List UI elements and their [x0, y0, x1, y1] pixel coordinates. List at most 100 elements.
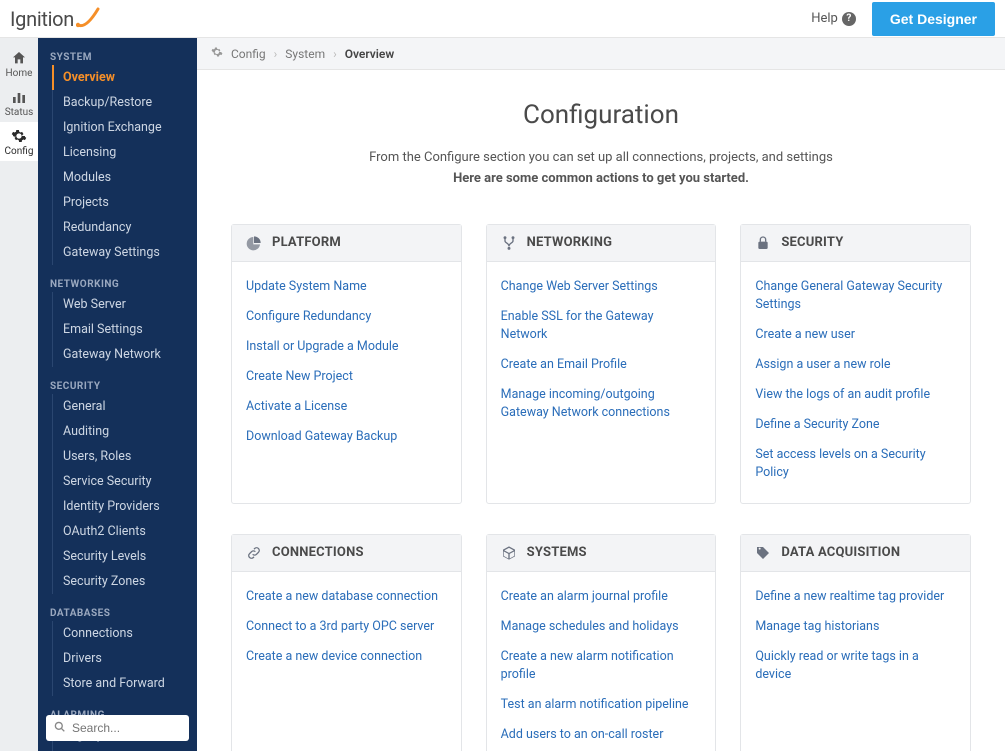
card-title: SECURITY [781, 235, 843, 250]
get-designer-button[interactable]: Get Designer [872, 2, 995, 36]
sidebar-item[interactable]: Security Levels [52, 544, 197, 569]
card-link[interactable]: Manage schedules and holidays [501, 612, 702, 642]
sidebar-section-items: GeneralAuditingUsers, RolesService Secur… [52, 394, 197, 594]
search-icon [54, 721, 65, 735]
card-header: SYSTEMS [487, 535, 716, 572]
card-link[interactable]: Manage tag historians [755, 612, 956, 642]
card-link[interactable]: Quickly read or write tags in a device [755, 642, 956, 690]
sidebar-item[interactable]: Ignition Exchange [52, 115, 197, 140]
sidebar-section-header: SECURITY [38, 367, 197, 394]
card-header: PLATFORM [232, 225, 461, 262]
card-link[interactable]: Assign a user a new role [755, 350, 956, 380]
sidebar-item[interactable]: Gateway Network [52, 342, 197, 367]
rail-item-home[interactable]: Home [0, 44, 38, 83]
fork-icon [501, 235, 517, 251]
breadcrumb-item-current: Overview [345, 47, 395, 61]
gear-icon [211, 46, 223, 61]
card-networking: NETWORKING Change Web Server SettingsEnab… [486, 224, 717, 504]
sidebar-item[interactable]: Projects [52, 190, 197, 215]
card-body: Change Web Server SettingsEnable SSL for… [487, 262, 716, 443]
gear-icon [11, 128, 27, 144]
sidebar-item[interactable]: Overview [52, 65, 197, 90]
chevron-right-icon: › [274, 47, 278, 61]
card-link[interactable]: Create a new alarm notification profile [501, 642, 702, 690]
sidebar-item[interactable]: Service Security [52, 469, 197, 494]
card-link[interactable]: Configure Redundancy [246, 302, 447, 332]
sidebar-search [46, 715, 189, 741]
sidebar-item[interactable]: General [52, 394, 197, 419]
card-link[interactable]: View the logs of an audit profile [755, 380, 956, 410]
sidebar-item[interactable]: Security Zones [52, 569, 197, 594]
rail-item-config[interactable]: Config [0, 122, 38, 161]
card-link[interactable]: Connect to a 3rd party OPC server [246, 612, 447, 642]
breadcrumb-item[interactable]: System [285, 47, 325, 61]
help-icon: ? [842, 12, 856, 26]
sidebar-item[interactable]: Connections [52, 621, 197, 646]
card-header: DATA ACQUISITION [741, 535, 970, 572]
card-header: CONNECTIONS [232, 535, 461, 572]
rail-item-status[interactable]: Status [0, 83, 38, 122]
rail-label: Status [5, 107, 34, 118]
card-link[interactable]: Activate a License [246, 392, 447, 422]
card-link[interactable]: Create an alarm journal profile [501, 582, 702, 612]
sidebar-section-header: NETWORKING [38, 265, 197, 292]
card-link[interactable]: Add users to an on-call roster [501, 720, 702, 750]
sidebar-item[interactable]: Backup/Restore [52, 90, 197, 115]
card-link[interactable]: Test an alarm notification pipeline [501, 690, 702, 720]
card-link[interactable]: Manage incoming/outgoing Gateway Network… [501, 380, 702, 428]
card-link[interactable]: Create a new device connection [246, 642, 447, 672]
card-link[interactable]: Create a new database connection [246, 582, 447, 612]
card-body: Create a new database connectionConnect … [232, 572, 461, 686]
search-input[interactable] [46, 715, 189, 741]
topbar-right: Help ? Get Designer [811, 2, 995, 36]
sidebar-section-items: OverviewBackup/RestoreIgnition ExchangeL… [52, 65, 197, 265]
sidebar-section-items: ConnectionsDriversStore and Forward [52, 621, 197, 696]
sidebar-item[interactable]: Identity Providers [52, 494, 197, 519]
card-link[interactable]: Define a Security Zone [755, 410, 956, 440]
pie-icon [246, 235, 262, 251]
card-link[interactable]: Create an Email Profile [501, 350, 702, 380]
sidebar-item[interactable]: Modules [52, 165, 197, 190]
sidebar-item[interactable]: Email Settings [52, 317, 197, 342]
breadcrumb-item[interactable]: Config [231, 47, 266, 61]
subtitle-line2: Here are some common actions to get you … [231, 169, 971, 190]
sidebar-item[interactable]: Drivers [52, 646, 197, 671]
card-title: CONNECTIONS [272, 545, 364, 560]
sidebar-item[interactable]: Store and Forward [52, 671, 197, 696]
sidebar-item[interactable]: Users, Roles [52, 444, 197, 469]
sidebar-item[interactable]: Auditing [52, 419, 197, 444]
sidebar: SYSTEMOverviewBackup/RestoreIgnition Exc… [38, 38, 197, 751]
card-link[interactable]: Create New Project [246, 362, 447, 392]
card-header: SECURITY [741, 225, 970, 262]
card-link[interactable]: Install or Upgrade a Module [246, 332, 447, 362]
card-data-acquisition: DATA ACQUISITIONDefine a new realtime ta… [740, 534, 971, 751]
card-link[interactable]: Set access levels on a Security Policy [755, 440, 956, 488]
card-title: NETWORKING [527, 235, 613, 250]
card-link[interactable]: Enable SSL for the Gateway Network [501, 302, 702, 350]
breadcrumb: Config › System › Overview [197, 38, 1005, 70]
sidebar-section-header: DATABASES [38, 594, 197, 621]
content: Configuration From the Configure section… [197, 70, 1005, 751]
card-link[interactable]: Change General Gateway Security Settings [755, 272, 956, 320]
help-label: Help [811, 11, 838, 26]
sidebar-item[interactable]: OAuth2 Clients [52, 519, 197, 544]
card-systems: SYSTEMS Create an alarm journal profileMa… [486, 534, 717, 751]
card-body: Update System NameConfigure RedundancyIn… [232, 262, 461, 467]
logo[interactable]: Ignition [8, 7, 100, 31]
card-link[interactable]: Download Gateway Backup [246, 422, 447, 452]
card-link[interactable]: Create a new user [755, 320, 956, 350]
sidebar-item[interactable]: Web Server [52, 292, 197, 317]
help-link[interactable]: Help ? [811, 11, 856, 26]
sidebar-item[interactable]: Licensing [52, 140, 197, 165]
sidebar-item[interactable]: Redundancy [52, 215, 197, 240]
card-title: PLATFORM [272, 235, 341, 250]
card-security: SECURITY Change General Gateway Security … [740, 224, 971, 504]
card-link[interactable]: Define a new realtime tag provider [755, 582, 956, 612]
card-body: Define a new realtime tag providerManage… [741, 572, 970, 705]
card-platform: PLATFORM Update System NameConfigure Redu… [231, 224, 462, 504]
sidebar-item[interactable]: Gateway Settings [52, 240, 197, 265]
card-link[interactable]: Update System Name [246, 272, 447, 302]
sidebar-section-header: SYSTEM [38, 38, 197, 65]
card-link[interactable]: Change Web Server Settings [501, 272, 702, 302]
bars-icon [11, 89, 27, 105]
